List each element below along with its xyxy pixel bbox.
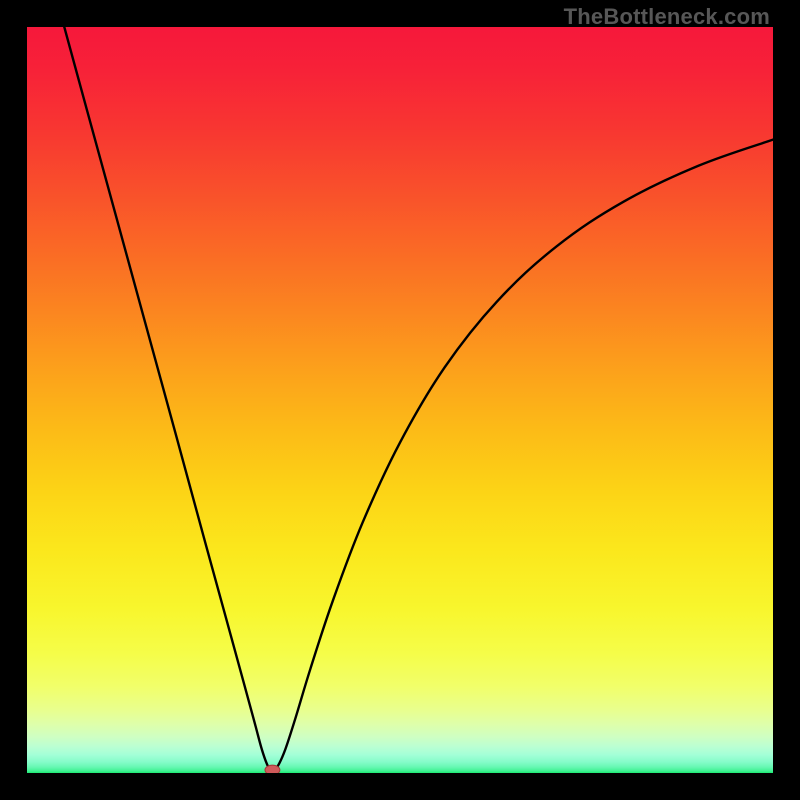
chart-frame (27, 27, 773, 773)
watermark-text: TheBottleneck.com (564, 4, 770, 30)
optimal-point-marker (265, 765, 280, 773)
gradient-background (27, 27, 773, 773)
bottleneck-chart (27, 27, 773, 773)
